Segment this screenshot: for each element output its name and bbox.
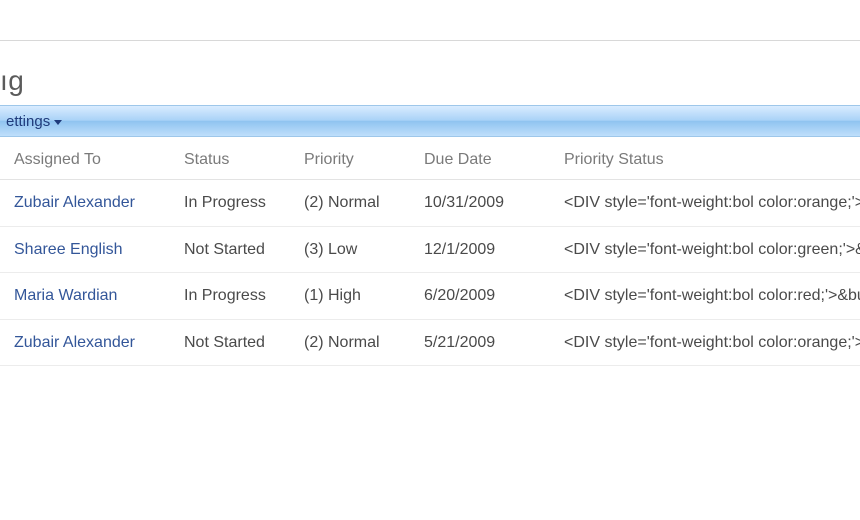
table-row: Zubair Alexander Not Started (2) Normal …: [0, 319, 860, 366]
title-region: ıg: [0, 40, 860, 97]
priority-status-cell: <DIV style='font-weight:bol color:orange…: [550, 319, 860, 366]
due-date-cell: 5/21/2009: [410, 319, 550, 366]
col-header-priority-status[interactable]: Priority Status: [550, 137, 860, 180]
table-row: Maria Wardian In Progress (1) High 6/20/…: [0, 273, 860, 320]
page-title: ıg: [0, 65, 860, 97]
col-header-due-date[interactable]: Due Date: [410, 137, 550, 180]
settings-menu-label: ettings: [6, 113, 50, 130]
assigned-to-link[interactable]: Maria Wardian: [14, 287, 117, 304]
col-header-priority[interactable]: Priority: [290, 137, 410, 180]
priority-status-cell: <DIV style='font-weight:bol color:orange…: [550, 180, 860, 227]
priority-cell: (2) Normal: [290, 319, 410, 366]
toolbar: ettings: [0, 105, 860, 137]
page: ıg ettings Assigned To Status Priority D…: [0, 40, 860, 520]
chevron-down-icon: [54, 120, 62, 125]
priority-cell: (3) Low: [290, 226, 410, 273]
status-cell: In Progress: [170, 273, 290, 320]
assigned-to-link[interactable]: Zubair Alexander: [14, 334, 135, 351]
col-header-assigned-to[interactable]: Assigned To: [0, 137, 170, 180]
table-row: Zubair Alexander In Progress (2) Normal …: [0, 180, 860, 227]
task-table: Assigned To Status Priority Due Date Pri…: [0, 137, 860, 366]
table-header-row: Assigned To Status Priority Due Date Pri…: [0, 137, 860, 180]
priority-status-cell: <DIV style='font-weight:bol color:green;…: [550, 226, 860, 273]
priority-cell: (1) High: [290, 273, 410, 320]
due-date-cell: 12/1/2009: [410, 226, 550, 273]
due-date-cell: 10/31/2009: [410, 180, 550, 227]
priority-cell: (2) Normal: [290, 180, 410, 227]
priority-status-cell: <DIV style='font-weight:bol color:red;'>…: [550, 273, 860, 320]
due-date-cell: 6/20/2009: [410, 273, 550, 320]
status-cell: In Progress: [170, 180, 290, 227]
table-row: Sharee English Not Started (3) Low 12/1/…: [0, 226, 860, 273]
assigned-to-link[interactable]: Zubair Alexander: [14, 194, 135, 211]
assigned-to-link[interactable]: Sharee English: [14, 241, 123, 258]
status-cell: Not Started: [170, 319, 290, 366]
col-header-status[interactable]: Status: [170, 137, 290, 180]
settings-menu[interactable]: ettings: [0, 109, 68, 134]
status-cell: Not Started: [170, 226, 290, 273]
